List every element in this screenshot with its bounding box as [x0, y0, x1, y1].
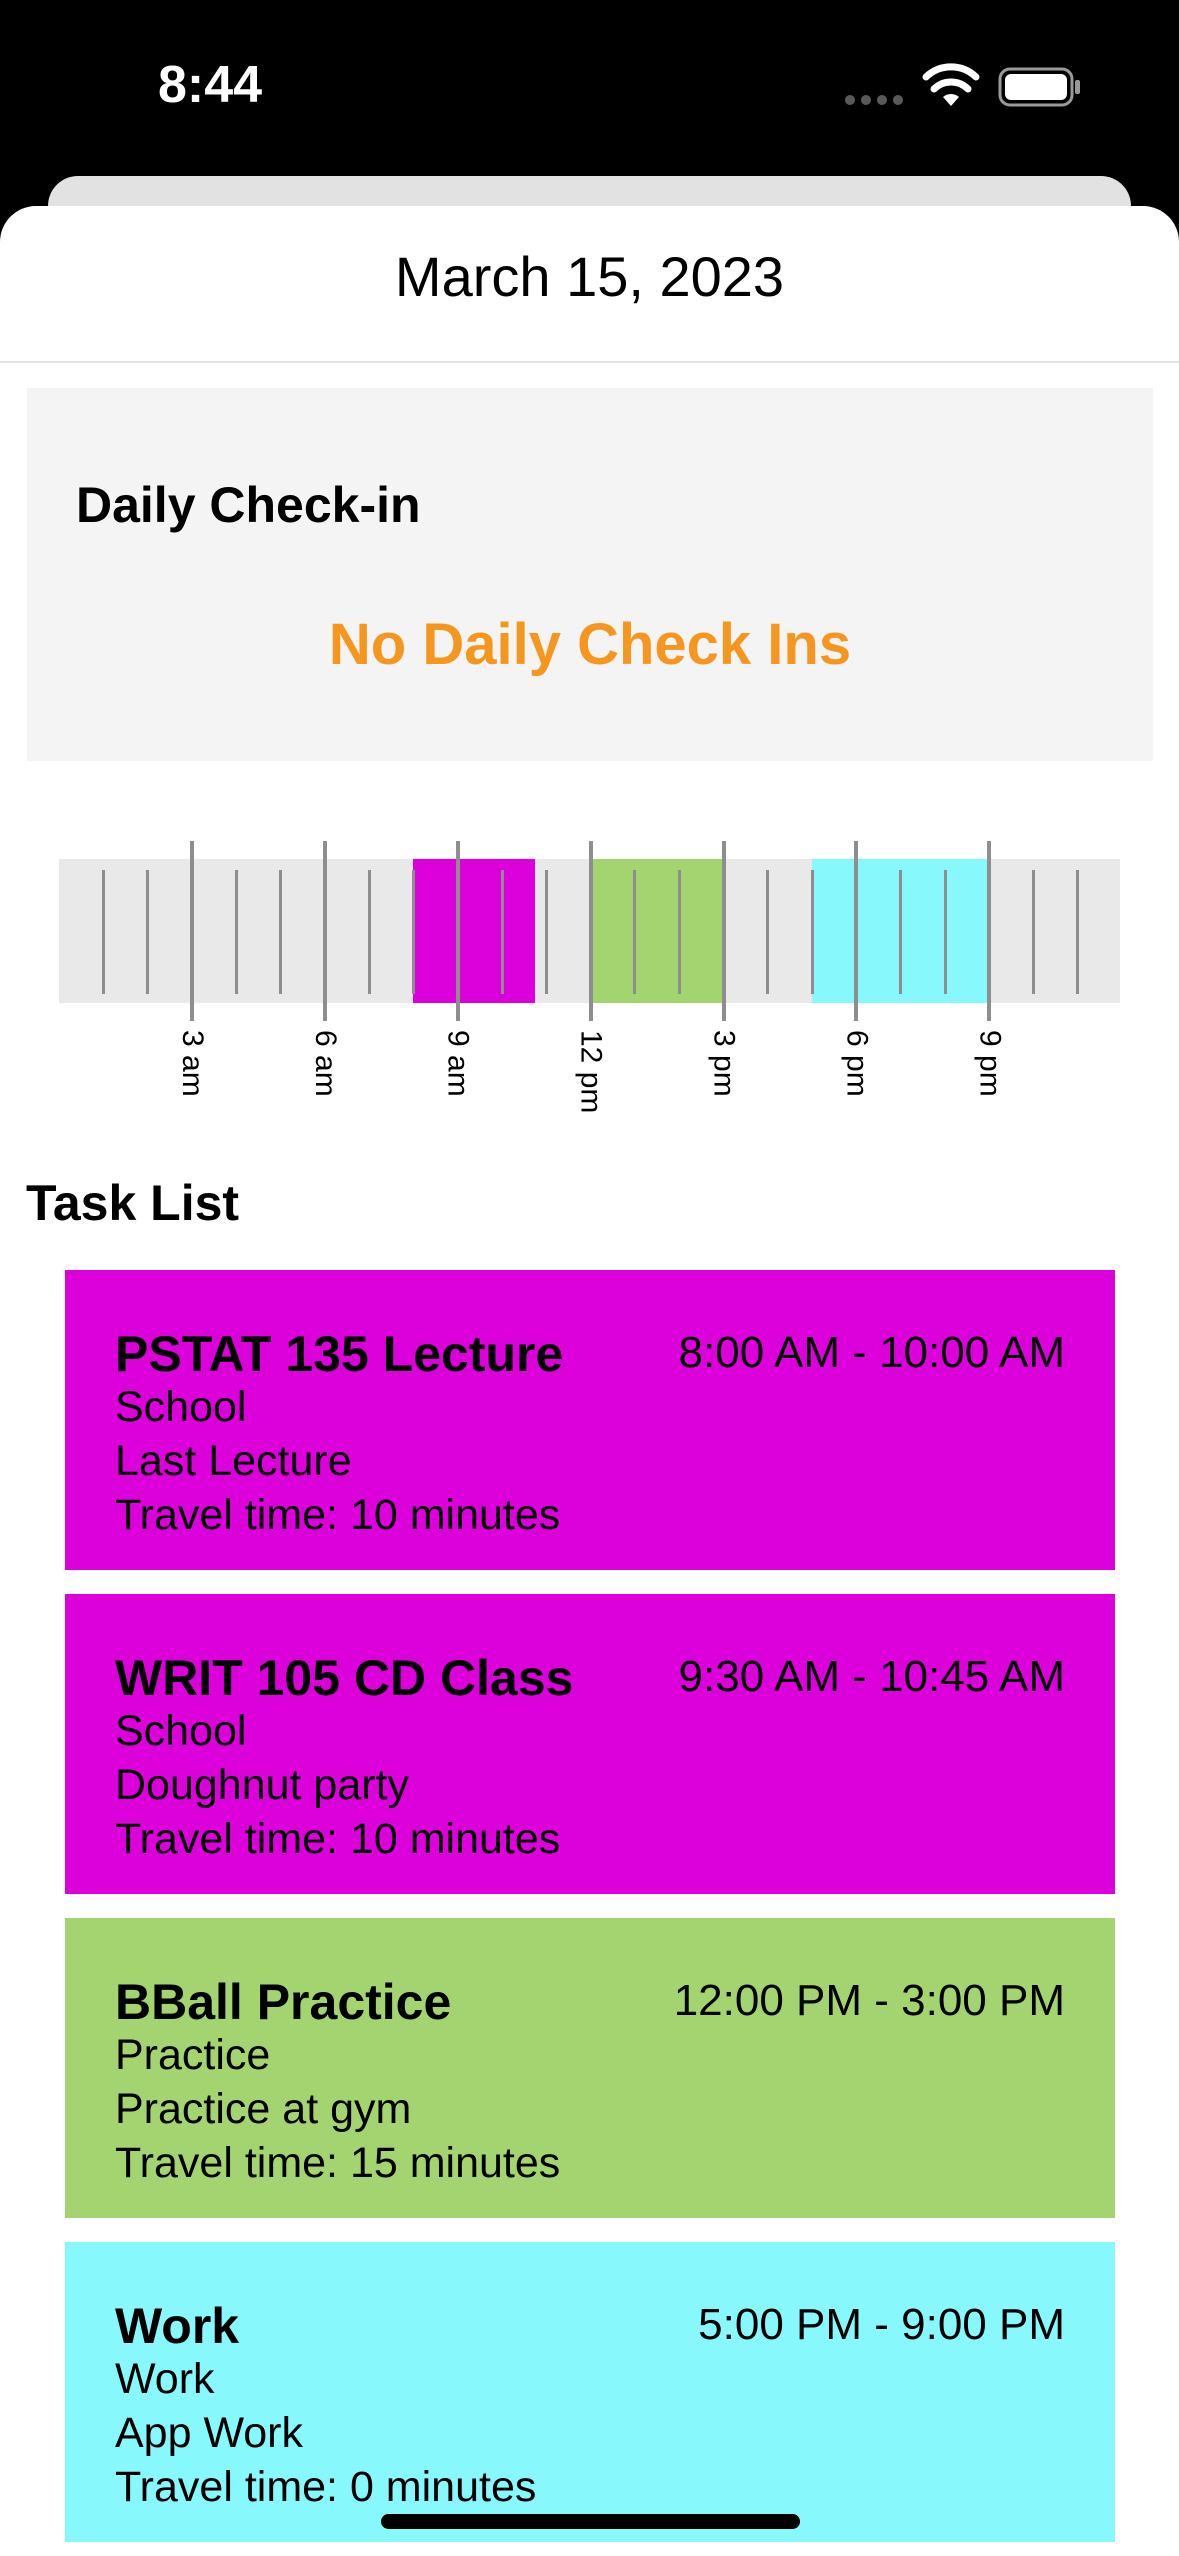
- home-indicator[interactable]: [381, 2514, 800, 2529]
- timeline-minor-tick: [1032, 870, 1036, 994]
- task-category: School: [115, 1383, 247, 1431]
- timeline-major-tick: [588, 841, 593, 1021]
- task-list-title: Task List: [26, 1175, 240, 1231]
- timeline-minor-tick: [899, 870, 903, 994]
- timeline-hour-label: 3 pm: [707, 1030, 741, 1097]
- timeline-major-tick: [721, 841, 726, 1021]
- timeline-hour-label: 3 am: [175, 1030, 209, 1097]
- timeline-major-tick: [189, 841, 194, 1021]
- task-name: BBall Practice: [115, 1974, 452, 2030]
- task-time: 9:30 AM - 10:45 AM: [678, 1652, 1065, 1701]
- wifi-icon: [922, 63, 980, 106]
- timeline-task-block: [590, 859, 724, 1003]
- app-screen: 8:44 March 15, 2023 Daily Check-in No Da…: [0, 0, 1179, 2556]
- task-category: Work: [115, 2355, 215, 2403]
- timeline-hour-label: 12 pm: [574, 1030, 608, 1114]
- task-card[interactable]: PSTAT 135 Lecture 8:00 AM - 10:00 AM Sch…: [65, 1270, 1115, 1570]
- timeline-minor-tick: [234, 870, 238, 994]
- battery-icon: [998, 67, 1080, 107]
- task-name: WRIT 105 CD Class: [115, 1650, 574, 1706]
- task-card[interactable]: BBall Practice 12:00 PM - 3:00 PM Practi…: [65, 1918, 1115, 2218]
- task-time: 5:00 PM - 9:00 PM: [698, 2300, 1065, 2349]
- day-detail-sheet: March 15, 2023 Daily Check-in No Daily C…: [0, 206, 1179, 2556]
- header-divider: [0, 361, 1179, 363]
- task-name: PSTAT 135 Lecture: [115, 1326, 564, 1382]
- timeline-task-block: [413, 859, 536, 1003]
- task-time: 12:00 PM - 3:00 PM: [673, 1976, 1065, 2025]
- timeline-minor-tick: [633, 870, 637, 994]
- timeline-hour-label: 9 pm: [973, 1030, 1007, 1097]
- timeline-hour-label: 6 pm: [840, 1030, 874, 1097]
- status-time: 8:44: [158, 56, 263, 114]
- timeline-minor-tick: [544, 870, 548, 994]
- task-note: App Work: [115, 2409, 303, 2457]
- date-title: March 15, 2023: [394, 245, 785, 308]
- cellular-signal-icon: [845, 95, 905, 107]
- task-travel-time: Travel time: 0 minutes: [115, 2463, 537, 2511]
- timeline-minor-tick: [367, 870, 371, 994]
- status-bar: 8:44: [0, 0, 1179, 175]
- task-category: Practice: [115, 2031, 271, 2079]
- timeline-major-tick: [322, 841, 327, 1021]
- task-travel-time: Travel time: 15 minutes: [115, 2139, 561, 2187]
- checkin-empty-message: No Daily Check Ins: [328, 612, 852, 677]
- timeline-minor-tick: [500, 870, 504, 994]
- timeline-major-tick: [854, 841, 859, 1021]
- task-card[interactable]: Work 5:00 PM - 9:00 PM Work App Work Tra…: [65, 2242, 1115, 2542]
- timeline-hour-label: 6 am: [308, 1030, 342, 1097]
- timeline-minor-tick: [146, 870, 150, 994]
- timeline-minor-tick: [766, 870, 770, 994]
- timeline-minor-tick: [810, 870, 814, 994]
- timeline-minor-tick: [411, 870, 415, 994]
- task-name: Work: [115, 2298, 240, 2354]
- task-card[interactable]: WRIT 105 CD Class 9:30 AM - 10:45 AM Sch…: [65, 1594, 1115, 1894]
- timeline-minor-tick: [1076, 870, 1080, 994]
- task-category: School: [115, 1707, 247, 1755]
- timeline-major-tick: [455, 841, 460, 1021]
- task-note: Last Lecture: [115, 1437, 352, 1485]
- timeline-minor-tick: [677, 870, 681, 994]
- daily-checkin-card: Daily Check-in No Daily Check Ins: [27, 388, 1153, 761]
- checkin-title: Daily Check-in: [76, 477, 421, 533]
- timeline-minor-tick: [279, 870, 282, 994]
- task-time: 8:00 AM - 10:00 AM: [678, 1328, 1065, 1377]
- timeline-major-tick: [987, 841, 992, 1021]
- day-timeline: 3 am 6 am 9 am 12 pm 3 pm 6 pm 9 pm: [0, 836, 1179, 1136]
- task-note: Doughnut party: [115, 1761, 410, 1809]
- task-note: Practice at gym: [115, 2085, 412, 2133]
- timeline-hour-label: 9 am: [441, 1030, 475, 1097]
- task-travel-time: Travel time: 10 minutes: [115, 1491, 561, 1539]
- timeline-minor-tick: [101, 870, 105, 994]
- task-travel-time: Travel time: 10 minutes: [115, 1815, 561, 1863]
- timeline-minor-tick: [943, 870, 947, 994]
